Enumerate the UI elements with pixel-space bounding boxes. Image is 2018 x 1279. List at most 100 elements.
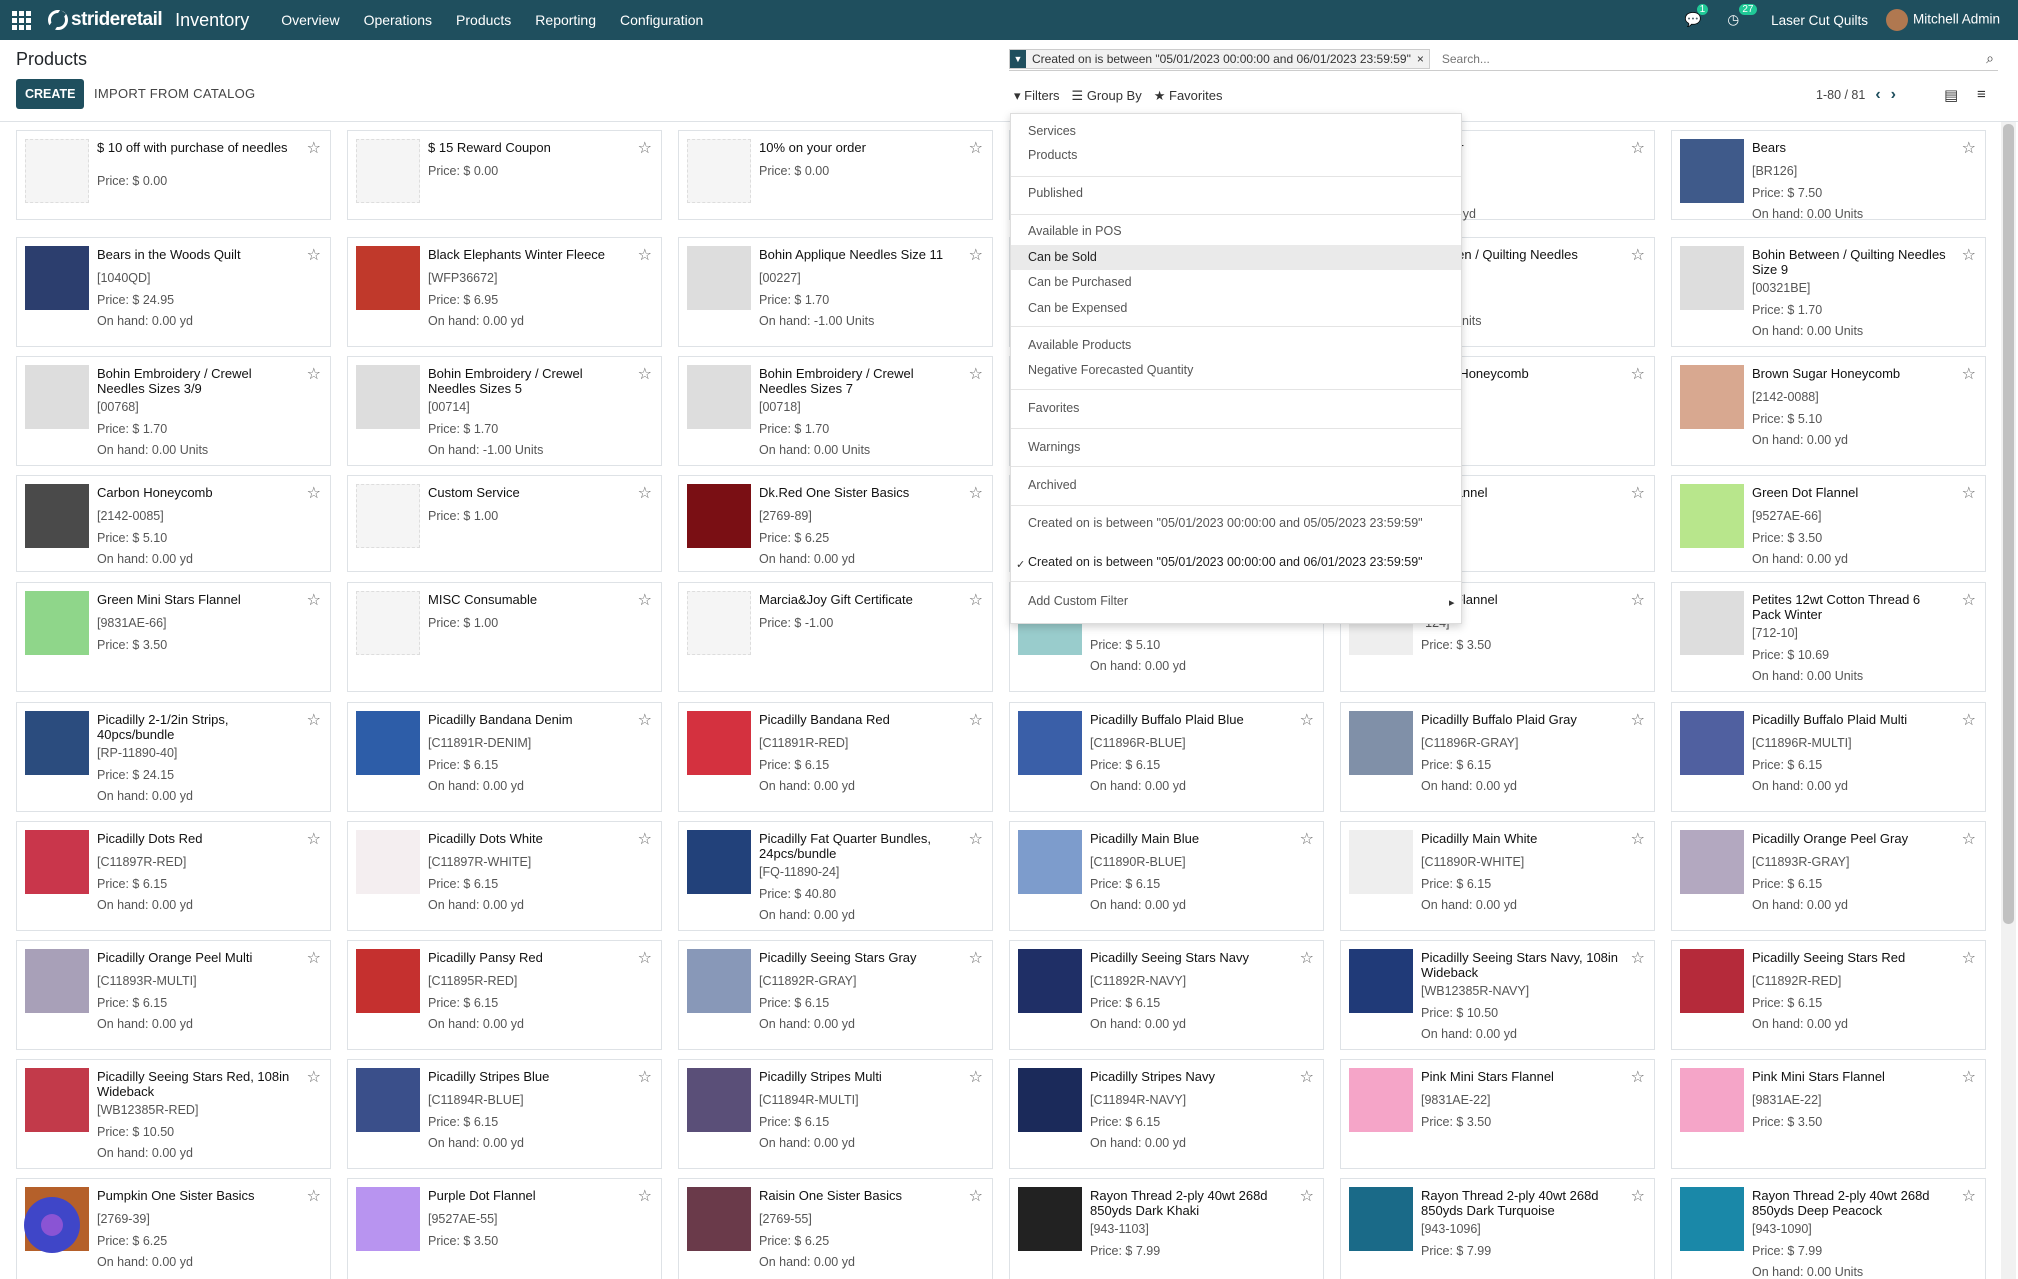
- product-card[interactable]: Dk.Red One Sister Basics ☆ [2769-89] Price:…: [678, 475, 993, 572]
- filter-option[interactable]: Published: [1028, 186, 1083, 200]
- search-icon[interactable]: ⌕: [1986, 50, 1994, 67]
- favorite-star-icon[interactable]: ☆: [307, 829, 321, 849]
- product-card[interactable]: Brown Sugar Honeycomb ☆ [2142-0088] Price: …: [1671, 356, 1986, 466]
- favorite-star-icon[interactable]: ☆: [307, 138, 321, 158]
- product-card[interactable]: Pink Mini Stars Flannel ☆ [9831AE-22] Price…: [1340, 1059, 1655, 1169]
- product-card[interactable]: Bohin Between / Quilting Needles Size 9 ☆…: [1671, 237, 1986, 347]
- favorite-star-icon[interactable]: ☆: [1300, 1067, 1314, 1087]
- favorite-star-icon[interactable]: ☆: [1962, 245, 1976, 265]
- favorite-star-icon[interactable]: ☆: [638, 829, 652, 849]
- product-card[interactable]: Rayon Thread 2-ply 40wt 268d 850yds Deep…: [1671, 1178, 1986, 1279]
- product-card[interactable]: MISC Consumable ☆ Price: $ 1.00: [347, 582, 662, 692]
- scrollbar-thumb[interactable]: [2003, 124, 2014, 924]
- product-card[interactable]: Bohin Embroidery / Crewel Needles Sizes …: [16, 356, 331, 466]
- favorite-star-icon[interactable]: ☆: [969, 829, 983, 849]
- product-card[interactable]: $ 15 Reward Coupon ☆ Price: $ 0.00: [347, 130, 662, 220]
- product-card[interactable]: Rayon Thread 2-ply 40wt 268d 850yds Dark…: [1340, 1178, 1655, 1279]
- groupby-toggle[interactable]: ☰ Group By: [1072, 88, 1142, 104]
- pager-prev-icon[interactable]: ‹: [1875, 86, 1880, 104]
- product-card[interactable]: Green Mini Stars Flannel ☆ [9831AE-66] Pric…: [16, 582, 331, 692]
- favorite-star-icon[interactable]: ☆: [969, 710, 983, 730]
- filter-option[interactable]: Can be Purchased: [1028, 275, 1132, 289]
- favorite-star-icon[interactable]: ☆: [1300, 1186, 1314, 1206]
- filter-option[interactable]: Add Custom Filter: [1028, 594, 1128, 608]
- filter-option[interactable]: Created on is between "05/01/2023 00:00:…: [1028, 555, 1423, 569]
- product-card[interactable]: Picadilly Fat Quarter Bundles, 24pcs/bun…: [678, 821, 993, 931]
- create-button[interactable]: CREATE: [16, 79, 85, 109]
- chat-icon[interactable]: 💬 1: [1685, 4, 1709, 28]
- product-card[interactable]: Bohin Applique Needles Size 11 ☆ [00227] Pr…: [678, 237, 993, 347]
- product-card[interactable]: Bears ☆ [BR126] Price: $ 7.50 On hand: 0.00 …: [1671, 130, 1986, 221]
- product-card[interactable]: Picadilly Pansy Red ☆ [C11895R-RED] Price: …: [347, 940, 662, 1050]
- favorite-star-icon[interactable]: ☆: [969, 948, 983, 968]
- product-card[interactable]: Picadilly Buffalo Plaid Blue ☆ [C11896R-BL…: [1009, 702, 1324, 812]
- favorites-toggle[interactable]: ★ Favorites: [1154, 88, 1223, 104]
- favorite-star-icon[interactable]: ☆: [1300, 948, 1314, 968]
- product-card[interactable]: Purple Dot Flannel ☆ [9527AE-55] Price: $ 3…: [347, 1178, 662, 1279]
- favorite-star-icon[interactable]: ☆: [1300, 710, 1314, 730]
- favorite-star-icon[interactable]: ☆: [1631, 1067, 1645, 1087]
- favorite-star-icon[interactable]: ☆: [969, 483, 983, 503]
- menu-configuration[interactable]: Configuration: [608, 12, 715, 28]
- favorite-star-icon[interactable]: ☆: [1962, 483, 1976, 503]
- product-card[interactable]: Picadilly Seeing Stars Gray ☆ [C11892R-GRA…: [678, 940, 993, 1050]
- favorite-star-icon[interactable]: ☆: [638, 245, 652, 265]
- product-card[interactable]: Bears in the Woods Quilt ☆ [1040QD] Price: …: [16, 237, 331, 347]
- favorite-star-icon[interactable]: ☆: [1962, 710, 1976, 730]
- product-card[interactable]: Picadilly Dots White ☆ [C11897R-WHITE] Pric…: [347, 821, 662, 931]
- filter-option[interactable]: Archived: [1028, 478, 1077, 492]
- activity-clock-icon[interactable]: ◷ 27: [1727, 4, 1757, 28]
- product-card[interactable]: Picadilly Seeing Stars Navy, 108in Wideb…: [1340, 940, 1655, 1050]
- product-card[interactable]: Picadilly Main Blue ☆ [C11890R-BLUE] Price:…: [1009, 821, 1324, 931]
- company-switcher[interactable]: Laser Cut Quilts: [1771, 13, 1868, 28]
- favorite-star-icon[interactable]: ☆: [1300, 829, 1314, 849]
- favorite-star-icon[interactable]: ☆: [638, 1186, 652, 1206]
- product-card[interactable]: Picadilly Dots Red ☆ [C11897R-RED] Price: $…: [16, 821, 331, 931]
- product-card[interactable]: Picadilly Stripes Multi ☆ [C11894R-MULTI] P…: [678, 1059, 993, 1169]
- favorite-star-icon[interactable]: ☆: [1631, 829, 1645, 849]
- favorite-star-icon[interactable]: ☆: [1631, 138, 1645, 158]
- filter-option[interactable]: Created on is between "05/01/2023 00:00:…: [1028, 516, 1423, 530]
- import-from-catalog-button[interactable]: IMPORT FROM CATALOG: [94, 79, 255, 109]
- filters-toggle[interactable]: ▾ Filters: [1014, 88, 1060, 104]
- product-card[interactable]: $ 10 off with purchase of needles ☆ Price:…: [16, 130, 331, 220]
- filter-option[interactable]: Negative Forecasted Quantity: [1028, 363, 1193, 377]
- product-card[interactable]: Picadilly Seeing Stars Red, 108in Wideba…: [16, 1059, 331, 1169]
- favorite-star-icon[interactable]: ☆: [969, 590, 983, 610]
- favorite-star-icon[interactable]: ☆: [638, 483, 652, 503]
- search-input[interactable]: [1441, 51, 1987, 66]
- favorite-star-icon[interactable]: ☆: [969, 245, 983, 265]
- product-card[interactable]: Picadilly Stripes Navy ☆ [C11894R-NAVY] Pri…: [1009, 1059, 1324, 1169]
- product-card[interactable]: Picadilly Bandana Denim ☆ [C11891R-DENIM] P…: [347, 702, 662, 812]
- filter-option[interactable]: Can be Expensed: [1028, 301, 1127, 315]
- filter-option[interactable]: Services: [1028, 124, 1076, 138]
- filter-option[interactable]: Products: [1028, 148, 1077, 162]
- favorite-star-icon[interactable]: ☆: [969, 364, 983, 384]
- favorite-star-icon[interactable]: ☆: [1962, 138, 1976, 158]
- favorite-star-icon[interactable]: ☆: [969, 138, 983, 158]
- filter-option[interactable]: Available in POS: [1028, 224, 1122, 238]
- favorite-star-icon[interactable]: ☆: [638, 138, 652, 158]
- apps-menu-icon[interactable]: [12, 10, 34, 30]
- menu-overview[interactable]: Overview: [269, 12, 351, 28]
- menu-reporting[interactable]: Reporting: [523, 12, 608, 28]
- remove-facet-icon[interactable]: ×: [1417, 52, 1429, 66]
- product-card[interactable]: Pink Mini Stars Flannel ☆ [9831AE-22] Price…: [1671, 1059, 1986, 1169]
- favorite-star-icon[interactable]: ☆: [1631, 364, 1645, 384]
- favorite-star-icon[interactable]: ☆: [1962, 590, 1976, 610]
- product-card[interactable]: Custom Service ☆ Price: $ 1.00: [347, 475, 662, 572]
- list-view-icon[interactable]: ≡: [1977, 86, 1986, 103]
- product-card[interactable]: Picadilly Main White ☆ [C11890R-WHITE] Pric…: [1340, 821, 1655, 931]
- product-card[interactable]: Picadilly Bandana Red ☆ [C11891R-RED] Price…: [678, 702, 993, 812]
- pager-value[interactable]: 1-80 / 81: [1816, 88, 1865, 102]
- favorite-star-icon[interactable]: ☆: [638, 590, 652, 610]
- favorite-star-icon[interactable]: ☆: [307, 590, 321, 610]
- favorite-star-icon[interactable]: ☆: [1631, 590, 1645, 610]
- favorite-star-icon[interactable]: ☆: [1962, 1067, 1976, 1087]
- favorite-star-icon[interactable]: ☆: [1631, 948, 1645, 968]
- favorite-star-icon[interactable]: ☆: [1962, 364, 1976, 384]
- pager-next-icon[interactable]: ›: [1891, 86, 1896, 104]
- product-card[interactable]: Bohin Embroidery / Crewel Needles Sizes …: [347, 356, 662, 466]
- product-card[interactable]: Carbon Honeycomb ☆ [2142-0085] Price: $ 5.1…: [16, 475, 331, 572]
- product-card[interactable]: Black Elephants Winter Fleece ☆ [WFP36672]…: [347, 237, 662, 347]
